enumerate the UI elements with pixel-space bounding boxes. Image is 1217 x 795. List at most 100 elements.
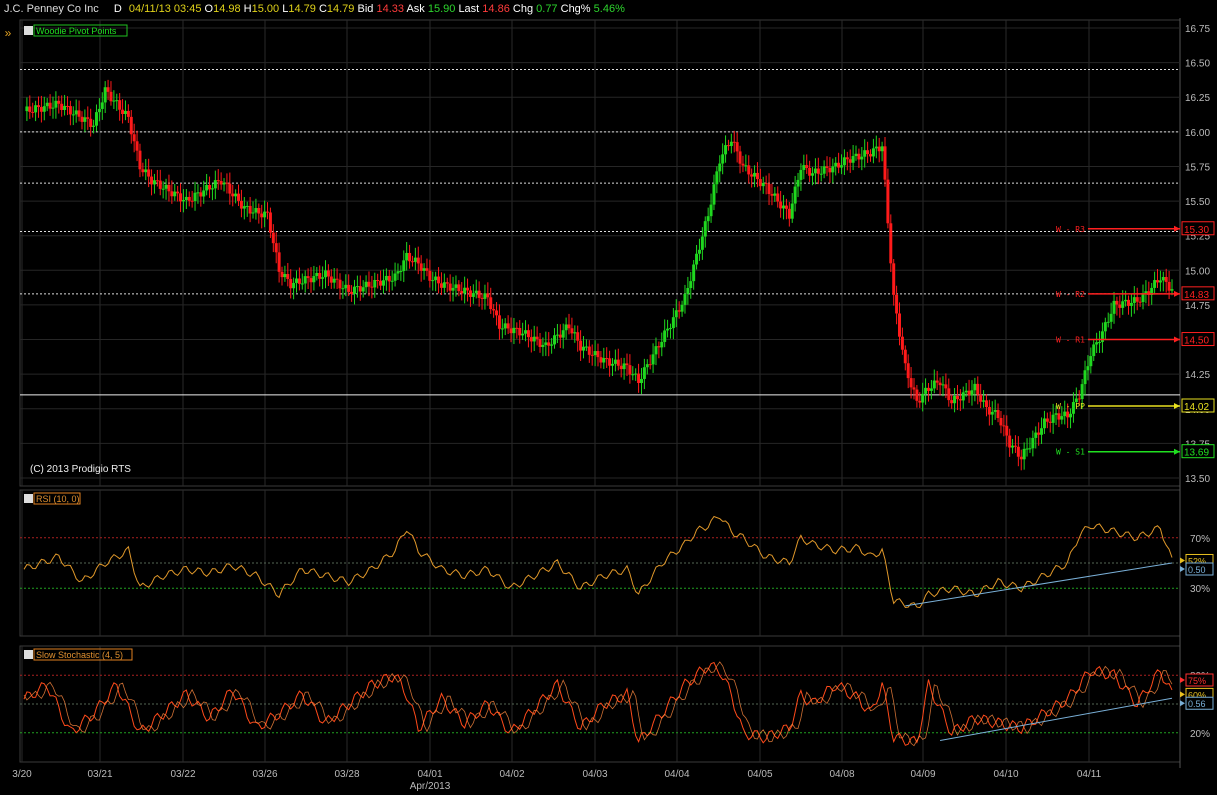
candle-body <box>1089 356 1093 367</box>
candle-body <box>970 390 974 396</box>
candle-body <box>961 392 965 401</box>
candle-body <box>912 387 916 390</box>
candle-body <box>213 180 217 189</box>
candle-body <box>642 367 646 379</box>
candle-body <box>619 365 623 370</box>
candle-body <box>393 273 397 281</box>
candle-body <box>158 180 162 189</box>
candle-body <box>834 162 838 167</box>
candle-body <box>1019 456 1023 460</box>
candle-body <box>439 283 443 288</box>
candle-body <box>793 186 797 204</box>
candle-body <box>277 252 281 272</box>
candle-body <box>680 304 684 312</box>
candle-body <box>622 363 626 370</box>
candle-body <box>257 208 261 214</box>
candle-body <box>445 282 449 284</box>
candle-body <box>118 100 122 110</box>
candle-body <box>103 87 107 103</box>
candle-body <box>683 293 687 305</box>
candle-body <box>1092 344 1096 357</box>
candle-body <box>819 173 823 175</box>
candle-body <box>1132 297 1136 303</box>
pivot-value: 14.02 <box>1184 402 1209 413</box>
candle-body <box>1098 341 1102 343</box>
candle-body <box>492 309 496 311</box>
candle-body <box>170 191 174 197</box>
candle-body <box>924 387 928 394</box>
candle-body <box>863 150 867 157</box>
x-month-label: Apr/2013 <box>410 781 451 792</box>
candle-body <box>280 271 284 278</box>
candle-body <box>854 153 858 157</box>
osc-y-tick: 30% <box>1190 584 1210 595</box>
pivot-arrow-icon <box>1174 403 1180 409</box>
candle-body <box>344 284 348 289</box>
candle-body <box>323 270 327 278</box>
candle-body <box>202 190 206 197</box>
candle-body <box>1153 280 1157 288</box>
candle-body <box>767 183 771 195</box>
candle-body <box>173 191 177 197</box>
candle-body <box>1025 448 1029 450</box>
y-tick-label: 13.50 <box>1185 474 1210 485</box>
candle-body <box>906 363 910 379</box>
candle-body <box>109 91 113 102</box>
candle-body <box>550 344 554 346</box>
osc-y-tick: 20% <box>1190 729 1210 740</box>
candle-body <box>668 328 672 330</box>
candle-body <box>613 359 617 364</box>
candle-body <box>955 395 959 400</box>
candle-body <box>825 166 829 168</box>
candle-body <box>926 387 930 391</box>
candle-body <box>405 252 409 261</box>
copyright-text: (C) 2013 Prodigio RTS <box>30 464 131 475</box>
candle-body <box>295 278 299 283</box>
candle-body <box>121 109 125 115</box>
candle-body <box>929 388 933 391</box>
y-tick-label: 16.00 <box>1185 128 1210 139</box>
candle-body <box>590 354 594 356</box>
candle-body <box>628 365 632 375</box>
candle-body <box>161 188 165 190</box>
candle-body <box>813 168 817 174</box>
candle-body <box>335 278 339 280</box>
candle-body <box>1066 411 1070 418</box>
candle-body <box>828 167 832 173</box>
candle-body <box>889 223 893 264</box>
chart-canvas[interactable]: 3/20 03/21 03/22 03/26 03/28 04/01 04/02 04/03 0… <box>0 0 1217 795</box>
candle-body <box>741 163 745 166</box>
candle-body <box>518 327 522 336</box>
candle-body <box>715 171 719 185</box>
candle-body <box>947 388 951 401</box>
candle-body <box>1069 413 1073 418</box>
candle-body <box>1127 299 1131 306</box>
candle-body <box>231 193 235 197</box>
candle-body <box>358 286 362 292</box>
candle-body <box>869 154 873 157</box>
legend-woodie: Woodie Pivot Points <box>36 26 117 36</box>
candle-body <box>625 363 629 366</box>
candle-body <box>709 204 713 217</box>
candle-body <box>706 216 710 222</box>
candle-body <box>1135 297 1139 302</box>
candle-body <box>750 174 754 177</box>
candle-body <box>361 287 365 292</box>
candle-body <box>266 211 270 213</box>
candle-body <box>289 278 293 289</box>
legend-close-icon <box>24 26 33 35</box>
candle-body <box>286 274 290 279</box>
candle-body <box>1045 418 1049 422</box>
candle-body <box>697 249 701 254</box>
candle-body <box>381 280 385 286</box>
candle-body <box>54 100 58 108</box>
pivot-label: W - R3 <box>1056 225 1085 234</box>
pivot-label: W - S1 <box>1056 448 1085 457</box>
candle-body <box>674 310 678 318</box>
osc-y-tick: 70% <box>1190 534 1210 545</box>
candle-body <box>208 185 212 190</box>
candle-body <box>967 390 971 396</box>
candle-body <box>326 270 330 277</box>
candle-body <box>799 169 803 180</box>
candle-body <box>463 287 467 294</box>
